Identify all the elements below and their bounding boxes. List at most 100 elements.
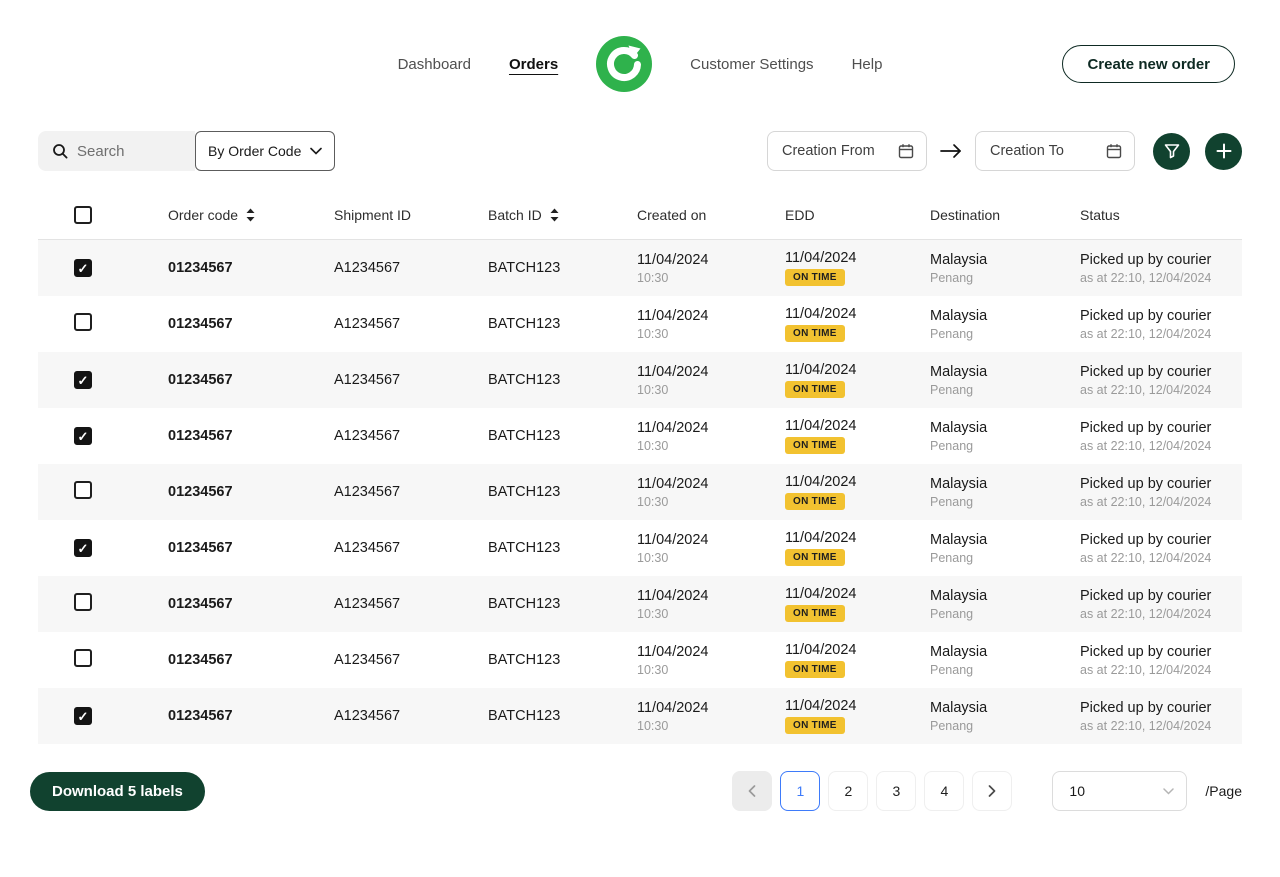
table-row[interactable]: 01234567 A1234567 BATCH123 11/04/2024 10:30 1… [38,352,1242,408]
status-text: Picked up by courier [1080,419,1212,436]
created-date: 11/04/2024 [637,587,709,604]
nav-dashboard[interactable]: Dashboard [398,56,471,73]
on-time-badge: ON TIME [785,661,845,678]
search-input[interactable] [77,142,185,160]
calendar-icon [898,143,914,159]
pagination-next-button[interactable] [972,771,1013,811]
pagination-page-3[interactable]: 3 [876,771,917,811]
created-time: 10:30 [637,438,669,453]
column-header-destination: Destination [930,207,1080,223]
calendar-icon [1106,143,1122,159]
edd-date: 11/04/2024 [785,530,857,546]
destination-city: Penang [930,606,974,621]
row-checkbox[interactable] [74,259,92,277]
on-time-badge: ON TIME [785,381,845,398]
created-time: 10:30 [637,718,669,733]
created-time: 10:30 [637,662,669,677]
column-header-shipment-id: Shipment ID [334,207,488,223]
created-date: 11/04/2024 [637,475,709,492]
search-filter-dropdown[interactable]: By Order Code [195,131,335,171]
search-box [38,131,195,171]
shipment-id-value: A1234567 [334,372,401,388]
row-checkbox[interactable] [74,593,92,611]
table-row[interactable]: 01234567 A1234567 BATCH123 11/04/2024 10:30 1… [38,576,1242,632]
create-new-order-button[interactable]: Create new order [1062,45,1235,83]
edd-date: 11/04/2024 [785,642,857,658]
destination-city: Penang [930,438,974,453]
status-timestamp: as at 22:10, 12/04/2024 [1080,270,1212,285]
on-time-badge: ON TIME [785,717,845,734]
created-time: 10:30 [637,382,669,397]
column-header-batch-id[interactable]: Batch ID [488,207,637,223]
search-group: By Order Code [38,131,335,171]
table-row[interactable]: 01234567 A1234567 BATCH123 11/04/2024 10:30 1… [38,408,1242,464]
table-row[interactable]: 01234567 A1234567 BATCH123 11/04/2024 10:30 1… [38,464,1242,520]
filter-button[interactable] [1153,132,1190,170]
search-icon [52,143,68,159]
plus-icon [1216,143,1232,159]
creation-to-datepicker[interactable]: Creation To [975,131,1135,171]
created-date: 11/04/2024 [637,699,709,716]
batch-id-value: BATCH123 [488,596,561,612]
download-labels-button[interactable]: Download 5 labels [30,771,205,811]
nav-help[interactable]: Help [852,56,883,73]
row-checkbox[interactable] [74,427,92,445]
destination-country: Malaysia [930,643,988,660]
add-button[interactable] [1205,132,1242,170]
pagination: 1 2 3 4 10 /Page [732,771,1242,811]
filter-bar: By Order Code Creation From Creation To [38,131,1242,171]
pagination-page-4[interactable]: 4 [924,771,965,811]
nav-orders[interactable]: Orders [509,56,558,73]
creation-from-datepicker[interactable]: Creation From [767,131,927,171]
page-size-value: 10 [1069,783,1085,799]
row-checkbox[interactable] [74,707,92,725]
status-text: Picked up by courier [1080,475,1212,492]
page-size-select[interactable]: 10 [1052,771,1188,811]
column-header-order-code[interactable]: Order code [168,207,334,223]
destination-country: Malaysia [930,531,988,548]
chevron-down-icon [310,147,322,155]
pagination-prev-button[interactable] [732,771,773,811]
destination-country: Malaysia [930,699,988,716]
order-code-value: 01234567 [168,372,233,388]
on-time-badge: ON TIME [785,549,845,566]
destination-country: Malaysia [930,307,988,324]
table-row[interactable]: 01234567 A1234567 BATCH123 11/04/2024 10:30 1… [38,688,1242,744]
on-time-badge: ON TIME [785,493,845,510]
destination-country: Malaysia [930,475,988,492]
table-header-row: Order code Shipment ID Batch ID Created … [38,190,1242,240]
brand-logo-icon[interactable] [596,36,653,92]
batch-id-value: BATCH123 [488,428,561,444]
table-row[interactable]: 01234567 A1234567 BATCH123 11/04/2024 10:30 1… [38,240,1242,296]
creation-to-placeholder: Creation To [990,143,1064,159]
status-timestamp: as at 22:10, 12/04/2024 [1080,382,1212,397]
row-checkbox[interactable] [74,313,92,331]
created-time: 10:30 [637,550,669,565]
edd-date: 11/04/2024 [785,418,857,434]
sort-icon[interactable] [549,208,560,222]
table-row[interactable]: 01234567 A1234567 BATCH123 11/04/2024 10:30 1… [38,632,1242,688]
nav-customer-settings[interactable]: Customer Settings [690,56,813,73]
batch-id-value: BATCH123 [488,540,561,556]
order-code-value: 01234567 [168,708,233,724]
shipment-id-value: A1234567 [334,484,401,500]
table-row[interactable]: 01234567 A1234567 BATCH123 11/04/2024 10:30 1… [38,520,1242,576]
batch-id-value: BATCH123 [488,708,561,724]
row-checkbox[interactable] [74,481,92,499]
orders-table: Order code Shipment ID Batch ID Created … [38,190,1242,744]
chevron-down-icon [1163,787,1175,795]
table-row[interactable]: 01234567 A1234567 BATCH123 11/04/2024 10:30 1… [38,296,1242,352]
row-checkbox[interactable] [74,371,92,389]
column-label: Status [1080,206,1120,223]
created-date: 11/04/2024 [637,643,709,660]
sort-icon[interactable] [245,208,256,222]
row-checkbox[interactable] [74,649,92,667]
order-code-value: 01234567 [168,260,233,276]
pagination-page-1[interactable]: 1 [780,771,821,811]
status-text: Picked up by courier [1080,307,1212,324]
select-all-checkbox[interactable] [74,205,92,224]
batch-id-value: BATCH123 [488,484,561,500]
row-checkbox[interactable] [74,539,92,557]
pagination-page-2[interactable]: 2 [828,771,869,811]
destination-city: Penang [930,718,974,733]
